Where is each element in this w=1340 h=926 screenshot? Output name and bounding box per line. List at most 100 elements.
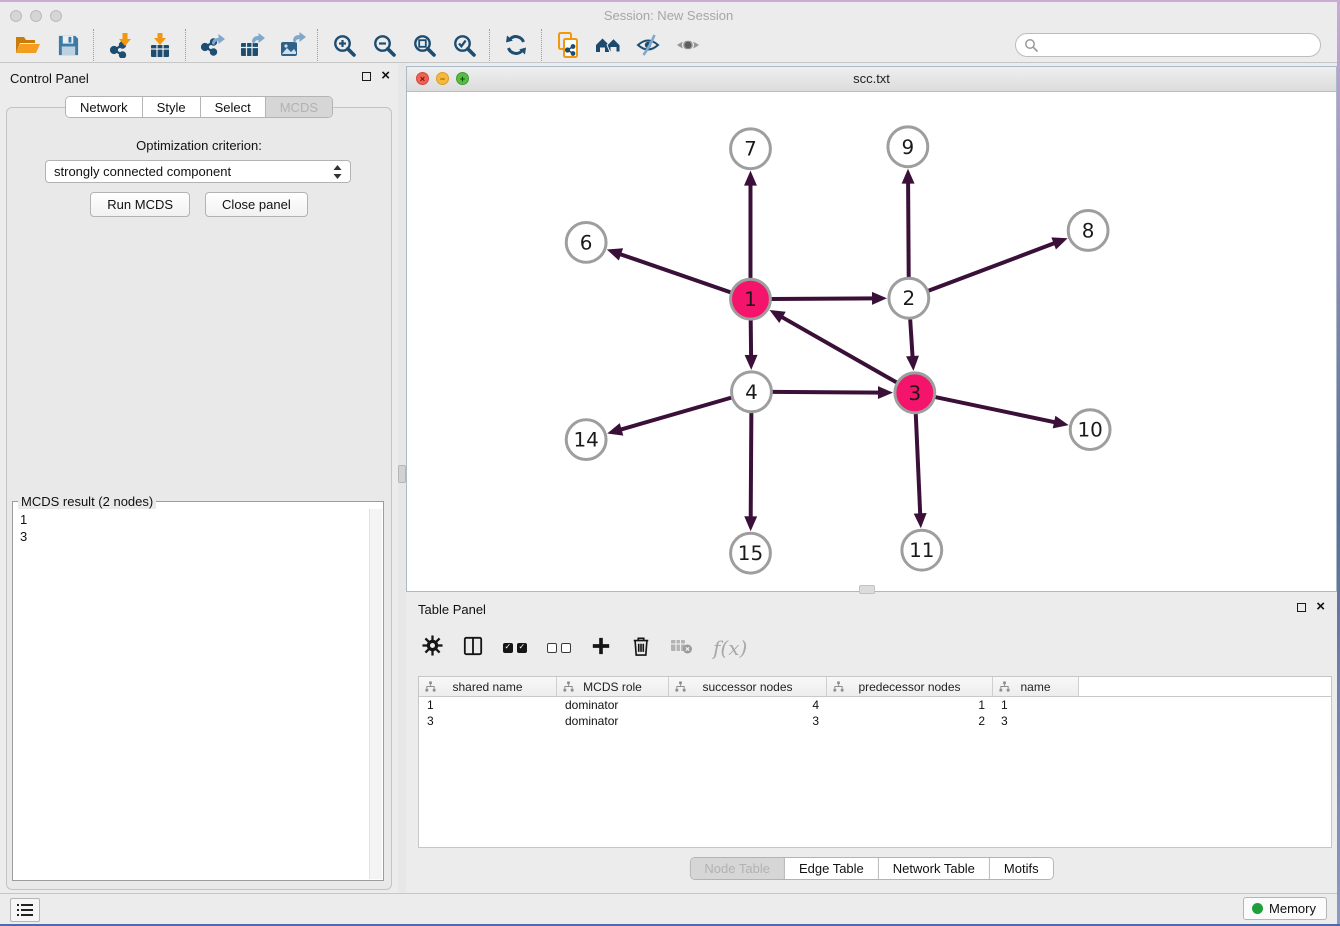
table-cell[interactable]: 3 [669, 714, 827, 728]
graph-edge-4-14[interactable] [619, 398, 732, 431]
column-header[interactable]: successor nodes [669, 677, 827, 696]
graph-edge-4-3[interactable] [772, 392, 881, 393]
save-session-button[interactable] [48, 29, 88, 61]
float-panel-icon[interactable] [362, 72, 371, 81]
graph-node-4[interactable]: 4 [732, 372, 772, 412]
export-table-button[interactable] [232, 29, 272, 61]
graph-node-9[interactable]: 9 [888, 127, 928, 167]
svg-text:4: 4 [745, 381, 758, 404]
graph-edge-3-11[interactable] [916, 414, 921, 517]
delete-table-button[interactable] [671, 637, 693, 660]
search-field[interactable] [1015, 33, 1321, 57]
zoom-selected-icon [452, 33, 477, 58]
mcds-result-list[interactable]: 1 3 [20, 511, 367, 878]
result-scrollbar[interactable] [369, 509, 382, 879]
show-all-button[interactable] [668, 29, 708, 61]
table-row[interactable]: 1dominator411 [419, 697, 1331, 713]
table-cell[interactable]: 1 [993, 698, 1079, 712]
network-minimize-icon[interactable]: − [436, 72, 449, 85]
table-cell[interactable]: 4 [669, 698, 827, 712]
table-cell[interactable]: dominator [557, 698, 669, 712]
task-history-button[interactable] [10, 898, 40, 922]
table-cell[interactable]: 1 [827, 698, 993, 712]
save-disk-icon [57, 34, 80, 57]
import-network-button[interactable] [100, 29, 140, 61]
table-settings-button[interactable] [422, 635, 443, 661]
column-header[interactable]: name [993, 677, 1079, 696]
table-toolbar: f(x) [422, 628, 747, 668]
graph-node-11[interactable]: 11 [902, 530, 942, 570]
table-cell[interactable]: 1 [419, 698, 557, 712]
hide-selected-button[interactable] [628, 29, 668, 61]
table-cell[interactable]: dominator [557, 714, 669, 728]
table-cell[interactable]: 2 [827, 714, 993, 728]
show-columns-button[interactable] [463, 636, 483, 661]
columns-icon [463, 636, 483, 656]
open-session-button[interactable] [8, 29, 48, 61]
function-builder-button[interactable]: f(x) [713, 636, 747, 660]
network-window-titlebar[interactable]: × − + scc.txt [407, 67, 1336, 92]
close-panel-button[interactable]: Close panel [205, 192, 308, 217]
column-header[interactable]: predecessor nodes [827, 677, 993, 696]
run-mcds-button[interactable]: Run MCDS [90, 192, 190, 217]
search-input[interactable] [1044, 37, 1312, 54]
export-image-button[interactable] [272, 29, 312, 61]
table-cell[interactable]: 3 [993, 714, 1079, 728]
delete-column-button[interactable] [631, 635, 651, 662]
memory-button[interactable]: Memory [1243, 897, 1327, 920]
tab-network-table[interactable]: Network Table [879, 858, 990, 879]
zoom-out-button[interactable] [364, 29, 404, 61]
graph-edge-1-6[interactable] [618, 253, 731, 292]
tab-motifs[interactable]: Motifs [990, 858, 1053, 879]
close-panel-icon[interactable]: × [1316, 602, 1325, 612]
graph-edge-3-1[interactable] [780, 316, 897, 383]
table-cell[interactable]: 3 [419, 714, 557, 728]
clone-network-button[interactable] [548, 29, 588, 61]
graph-edge-4-15[interactable] [751, 413, 752, 520]
graph-node-14[interactable]: 14 [566, 420, 606, 460]
network-close-icon[interactable]: × [416, 72, 429, 85]
tab-style[interactable]: Style [143, 97, 201, 117]
export-network-button[interactable] [192, 29, 232, 61]
close-panel-icon[interactable]: × [381, 71, 390, 81]
graph-node-2[interactable]: 2 [889, 278, 929, 318]
graph-edge-2-8[interactable] [928, 242, 1056, 290]
tab-select[interactable]: Select [201, 97, 266, 117]
svg-text:11: 11 [909, 539, 934, 562]
splitter-grip[interactable] [398, 465, 406, 483]
tab-edge-table[interactable]: Edge Table [785, 858, 879, 879]
panel-splitter[interactable] [398, 63, 406, 894]
graph-node-1[interactable]: 1 [731, 279, 771, 319]
graph-edge-2-3[interactable] [910, 319, 913, 359]
network-maximize-icon[interactable]: + [456, 72, 469, 85]
graph-node-7[interactable]: 7 [731, 129, 771, 169]
import-table-button[interactable] [140, 29, 180, 61]
column-header[interactable]: shared name [419, 677, 557, 696]
refresh-layout-button[interactable] [496, 29, 536, 61]
deselect-all-button[interactable] [547, 643, 571, 653]
tab-mcds[interactable]: MCDS [266, 97, 332, 117]
graph-node-6[interactable]: 6 [566, 222, 606, 262]
first-neighbors-button[interactable] [588, 29, 628, 61]
zoom-in-button[interactable] [324, 29, 364, 61]
graph-edge-1-2[interactable] [771, 298, 875, 299]
graph-node-10[interactable]: 10 [1070, 410, 1110, 450]
svg-text:8: 8 [1082, 219, 1095, 242]
graph-node-15[interactable]: 15 [731, 533, 771, 573]
tab-node-table[interactable]: Node Table [690, 858, 785, 879]
table-row[interactable]: 3dominator323 [419, 713, 1331, 729]
graph-node-3[interactable]: 3 [895, 373, 935, 413]
canvas-grip[interactable] [859, 585, 875, 594]
graph-node-8[interactable]: 8 [1068, 211, 1108, 251]
zoom-fit-button[interactable] [404, 29, 444, 61]
float-panel-icon[interactable] [1297, 603, 1306, 612]
zoom-selected-button[interactable] [444, 29, 484, 61]
select-all-button[interactable] [503, 643, 527, 653]
network-canvas[interactable]: 7 9 6 8 1 2 4 3 14 10 15 11 [407, 92, 1336, 591]
tab-network[interactable]: Network [66, 97, 143, 117]
graph-edge-2-9[interactable] [908, 181, 909, 278]
add-column-button[interactable] [591, 636, 611, 661]
column-header[interactable]: MCDS role [557, 677, 669, 696]
criterion-dropdown[interactable]: strongly connected component [45, 160, 351, 183]
graph-edge-3-10[interactable] [935, 397, 1057, 423]
